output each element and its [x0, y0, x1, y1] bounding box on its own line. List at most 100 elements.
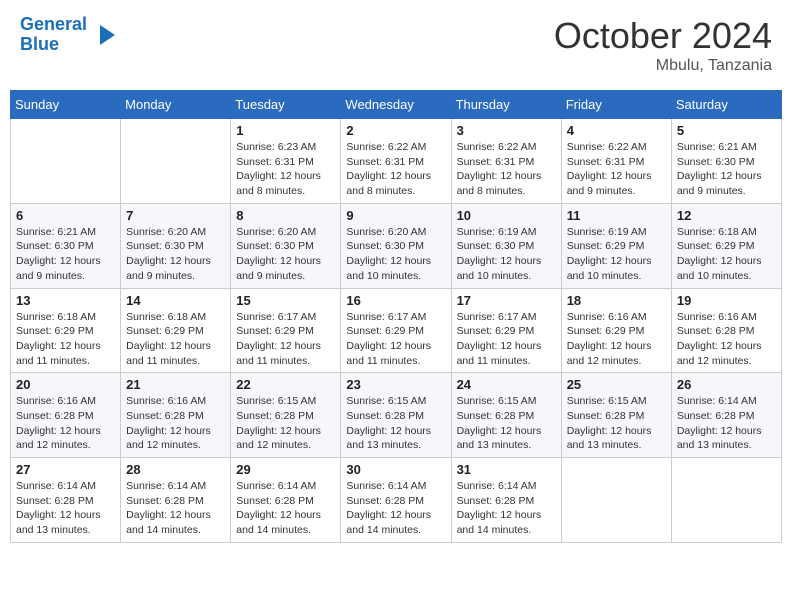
day-info: Sunrise: 6:19 AM Sunset: 6:29 PM Dayligh…	[567, 225, 666, 284]
day-info: Sunrise: 6:21 AM Sunset: 6:30 PM Dayligh…	[16, 225, 115, 284]
day-number: 13	[16, 293, 115, 308]
day-info: Sunrise: 6:22 AM Sunset: 6:31 PM Dayligh…	[457, 140, 556, 199]
calendar-week: 20 Sunrise: 6:16 AM Sunset: 6:28 PM Dayli…	[11, 373, 782, 458]
calendar-week: 6 Sunrise: 6:21 AM Sunset: 6:30 PM Daylig…	[11, 203, 782, 288]
day-info: Sunrise: 6:22 AM Sunset: 6:31 PM Dayligh…	[346, 140, 445, 199]
weekday-header: Saturday	[671, 91, 781, 119]
day-info: Sunrise: 6:15 AM Sunset: 6:28 PM Dayligh…	[346, 394, 445, 453]
day-info: Sunrise: 6:15 AM Sunset: 6:28 PM Dayligh…	[457, 394, 556, 453]
calendar-cell	[561, 458, 671, 543]
day-number: 8	[236, 208, 335, 223]
calendar-cell: 19Sunrise: 6:16 AM Sunset: 6:28 PM Dayli…	[671, 288, 781, 373]
calendar-cell: 13 Sunrise: 6:18 AM Sunset: 6:29 PM Dayli…	[11, 288, 121, 373]
day-number: 4	[567, 123, 666, 138]
day-info: Sunrise: 6:22 AM Sunset: 6:31 PM Dayligh…	[567, 140, 666, 199]
calendar-cell: 22 Sunrise: 6:15 AM Sunset: 6:28 PM Dayli…	[231, 373, 341, 458]
calendar-table: SundayMondayTuesdayWednesdayThursdayFrid…	[10, 90, 782, 543]
calendar-cell: 25 Sunrise: 6:15 AM Sunset: 6:28 PM Dayli…	[561, 373, 671, 458]
weekday-header: Wednesday	[341, 91, 451, 119]
day-info: Sunrise: 6:20 AM Sunset: 6:30 PM Dayligh…	[346, 225, 445, 284]
page-header: General Blue October 2024 Mbulu, Tanzani…	[10, 10, 782, 80]
day-info: Sunrise: 6:23 AM Sunset: 6:31 PM Dayligh…	[236, 140, 335, 199]
day-info: Sunrise: 6:18 AM Sunset: 6:29 PM Dayligh…	[16, 310, 115, 369]
calendar-cell: 14 Sunrise: 6:18 AM Sunset: 6:29 PM Dayli…	[121, 288, 231, 373]
day-number: 9	[346, 208, 445, 223]
calendar-cell: 1 Sunrise: 6:23 AM Sunset: 6:31 PM Daylig…	[231, 119, 341, 204]
location-title: Mbulu, Tanzania	[554, 57, 772, 75]
calendar-week: 13 Sunrise: 6:18 AM Sunset: 6:29 PM Dayli…	[11, 288, 782, 373]
day-info: Sunrise: 6:14 AM Sunset: 6:28 PM Dayligh…	[236, 479, 335, 538]
calendar-cell: 17 Sunrise: 6:17 AM Sunset: 6:29 PM Dayli…	[451, 288, 561, 373]
calendar-body: 1 Sunrise: 6:23 AM Sunset: 6:31 PM Daylig…	[11, 119, 782, 543]
day-number: 24	[457, 377, 556, 392]
day-number: 25	[567, 377, 666, 392]
day-number: 12	[677, 208, 776, 223]
day-info: Sunrise: 6:17 AM Sunset: 6:29 PM Dayligh…	[346, 310, 445, 369]
calendar-cell: 30Sunrise: 6:14 AM Sunset: 6:28 PM Dayli…	[341, 458, 451, 543]
calendar-cell	[671, 458, 781, 543]
logo-text: General Blue	[20, 15, 87, 55]
day-info: Sunrise: 6:20 AM Sunset: 6:30 PM Dayligh…	[236, 225, 335, 284]
calendar-cell: 7 Sunrise: 6:20 AM Sunset: 6:30 PM Daylig…	[121, 203, 231, 288]
weekday-header-row: SundayMondayTuesdayWednesdayThursdayFrid…	[11, 91, 782, 119]
title-block: October 2024 Mbulu, Tanzania	[554, 15, 772, 75]
calendar-cell: 18 Sunrise: 6:16 AM Sunset: 6:29 PM Dayli…	[561, 288, 671, 373]
day-number: 6	[16, 208, 115, 223]
calendar-cell: 12Sunrise: 6:18 AM Sunset: 6:29 PM Dayli…	[671, 203, 781, 288]
day-number: 14	[126, 293, 225, 308]
day-info: Sunrise: 6:18 AM Sunset: 6:29 PM Dayligh…	[126, 310, 225, 369]
weekday-header: Friday	[561, 91, 671, 119]
day-number: 10	[457, 208, 556, 223]
day-number: 29	[236, 462, 335, 477]
day-info: Sunrise: 6:21 AM Sunset: 6:30 PM Dayligh…	[677, 140, 776, 199]
day-number: 28	[126, 462, 225, 477]
calendar-cell	[121, 119, 231, 204]
weekday-header: Tuesday	[231, 91, 341, 119]
day-info: Sunrise: 6:20 AM Sunset: 6:30 PM Dayligh…	[126, 225, 225, 284]
calendar-cell: 27Sunrise: 6:14 AM Sunset: 6:28 PM Dayli…	[11, 458, 121, 543]
logo: General Blue	[20, 15, 120, 55]
day-number: 18	[567, 293, 666, 308]
logo-icon	[90, 20, 120, 50]
calendar-cell: 5 Sunrise: 6:21 AM Sunset: 6:30 PM Daylig…	[671, 119, 781, 204]
day-info: Sunrise: 6:15 AM Sunset: 6:28 PM Dayligh…	[236, 394, 335, 453]
day-number: 21	[126, 377, 225, 392]
weekday-header: Thursday	[451, 91, 561, 119]
calendar-cell: 6 Sunrise: 6:21 AM Sunset: 6:30 PM Daylig…	[11, 203, 121, 288]
day-number: 5	[677, 123, 776, 138]
day-info: Sunrise: 6:14 AM Sunset: 6:28 PM Dayligh…	[126, 479, 225, 538]
calendar-cell: 9 Sunrise: 6:20 AM Sunset: 6:30 PM Daylig…	[341, 203, 451, 288]
calendar-cell: 4 Sunrise: 6:22 AM Sunset: 6:31 PM Daylig…	[561, 119, 671, 204]
day-number: 23	[346, 377, 445, 392]
calendar-cell: 21 Sunrise: 6:16 AM Sunset: 6:28 PM Dayli…	[121, 373, 231, 458]
day-info: Sunrise: 6:16 AM Sunset: 6:29 PM Dayligh…	[567, 310, 666, 369]
calendar-cell: 8 Sunrise: 6:20 AM Sunset: 6:30 PM Daylig…	[231, 203, 341, 288]
day-info: Sunrise: 6:17 AM Sunset: 6:29 PM Dayligh…	[236, 310, 335, 369]
day-info: Sunrise: 6:14 AM Sunset: 6:28 PM Dayligh…	[457, 479, 556, 538]
day-number: 30	[346, 462, 445, 477]
day-number: 7	[126, 208, 225, 223]
day-info: Sunrise: 6:14 AM Sunset: 6:28 PM Dayligh…	[16, 479, 115, 538]
calendar-cell: 10 Sunrise: 6:19 AM Sunset: 6:30 PM Dayli…	[451, 203, 561, 288]
weekday-header: Monday	[121, 91, 231, 119]
day-info: Sunrise: 6:16 AM Sunset: 6:28 PM Dayligh…	[16, 394, 115, 453]
day-info: Sunrise: 6:16 AM Sunset: 6:28 PM Dayligh…	[677, 310, 776, 369]
day-number: 17	[457, 293, 556, 308]
weekday-header: Sunday	[11, 91, 121, 119]
day-number: 2	[346, 123, 445, 138]
day-number: 11	[567, 208, 666, 223]
day-number: 20	[16, 377, 115, 392]
day-number: 26	[677, 377, 776, 392]
day-number: 15	[236, 293, 335, 308]
calendar-cell: 3 Sunrise: 6:22 AM Sunset: 6:31 PM Daylig…	[451, 119, 561, 204]
day-number: 22	[236, 377, 335, 392]
calendar-cell: 28 Sunrise: 6:14 AM Sunset: 6:28 PM Dayli…	[121, 458, 231, 543]
calendar-cell: 20 Sunrise: 6:16 AM Sunset: 6:28 PM Dayli…	[11, 373, 121, 458]
day-number: 1	[236, 123, 335, 138]
day-info: Sunrise: 6:15 AM Sunset: 6:28 PM Dayligh…	[567, 394, 666, 453]
day-number: 3	[457, 123, 556, 138]
day-info: Sunrise: 6:19 AM Sunset: 6:30 PM Dayligh…	[457, 225, 556, 284]
day-number: 31	[457, 462, 556, 477]
day-info: Sunrise: 6:17 AM Sunset: 6:29 PM Dayligh…	[457, 310, 556, 369]
day-info: Sunrise: 6:16 AM Sunset: 6:28 PM Dayligh…	[126, 394, 225, 453]
